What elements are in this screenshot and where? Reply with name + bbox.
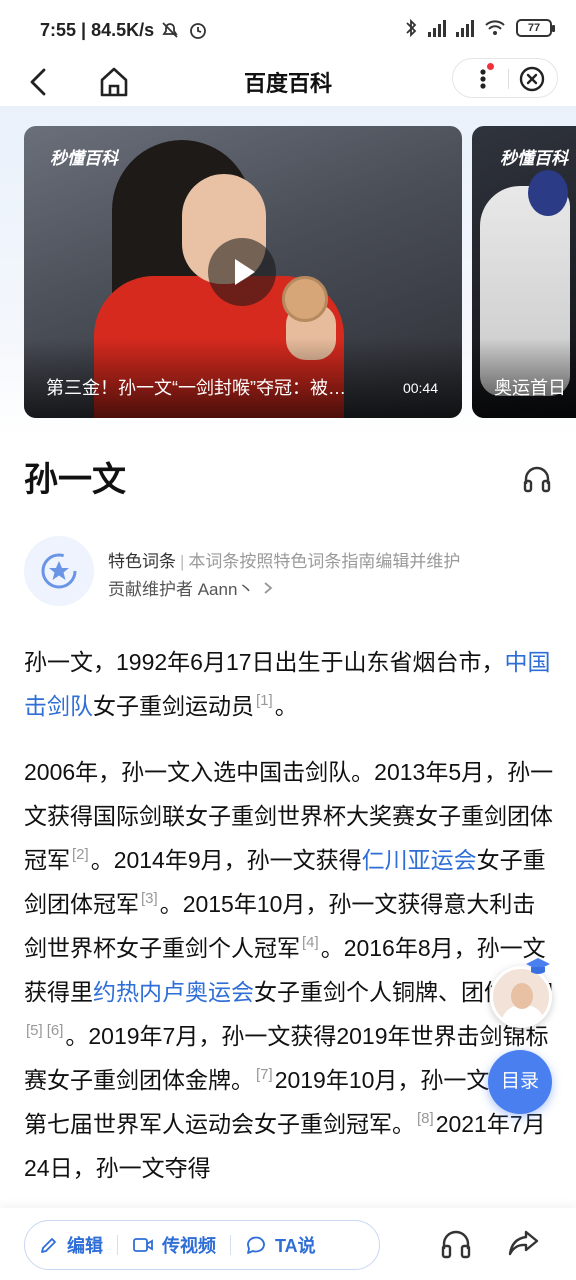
graduation-cap-icon [526,958,550,974]
status-bar: 7:55 | 84.5K/s 77 [0,0,576,58]
close-icon[interactable] [519,66,545,92]
video-caption: 奥运首日 [494,378,566,398]
feature-badge [24,536,94,606]
feature-desc: 本词条按照特色词条指南编辑并维护 [188,552,461,571]
action-pill: 编辑 传视频 TA说 [24,1220,380,1270]
citation[interactable]: [3] [141,890,158,907]
video-icon [133,1238,153,1252]
alarm-icon [190,23,206,39]
contributor-link[interactable]: 贡献维护者 Aann丶 [108,575,274,600]
nav-bar: 百度百科 [0,58,576,106]
edit-button[interactable]: 编辑 [25,1232,117,1258]
status-icons: 77 [404,18,555,38]
video-carousel[interactable]: 秒懂百科 第三金！孙一文“一剑封喉”夺冠：被… 00:44 秒懂百科 奥运首日 [0,106,576,436]
citation[interactable]: [7] [256,1066,273,1083]
chat-icon [247,1236,265,1254]
citation[interactable]: [1] [256,692,273,709]
citation[interactable]: [4] [302,934,319,951]
citation[interactable]: [6] [47,1022,64,1039]
article-paragraph: 2006年，孙一文入选中国击剑队。2013年5月，孙一文获得国际剑联女子重剑世界… [24,759,554,1181]
link-incheon-asian-games[interactable]: 仁川亚运会 [362,847,477,873]
feature-line: 特色词条 | 本词条按照特色词条指南编辑并维护 [108,552,461,571]
bottom-bar: 编辑 传视频 TA说 [0,1208,576,1280]
citation[interactable]: [8] [417,1110,434,1127]
headphones-icon[interactable] [522,464,552,494]
wifi-icon [485,20,505,35]
article-paragraph: 孙一文，1992年6月17日出生于山东省烟台市，中国击剑队女子重剑运动员 [1]。 [24,649,551,719]
video-card[interactable]: 秒懂百科 第三金！孙一文“一剑封喉”夺冠：被… 00:44 [24,126,462,418]
nav-capsule [452,58,558,98]
link-rio-olympics[interactable]: 约热内卢奥运会 [93,979,254,1005]
star-badge-icon [41,553,77,589]
video-caption: 第三金！孙一文“一剑封喉”夺冠：被… [46,378,346,398]
battery-icon: 77 [516,19,555,37]
citation[interactable]: [2] [72,846,89,863]
video-card[interactable]: 秒懂百科 奥运首日 [472,126,576,418]
citation[interactable]: [5] [26,1022,43,1039]
bluetooth-icon [406,18,417,38]
ta-say-button[interactable]: TA说 [231,1232,330,1258]
video-watermark: 秒懂百科 [500,149,568,168]
chevron-right-icon [264,582,273,594]
status-time: 7:55 | 84.5K/s [40,20,155,40]
toc-button[interactable]: 目录 [488,1050,552,1114]
headphones-icon[interactable] [440,1228,472,1260]
silent-alarm-icon [162,22,178,38]
article-body: 孙一文，1992年6月17日出生于山东省烟台市，中国击剑队女子重剑运动员 [1]。… [24,640,556,1212]
feature-tag: 特色词条 [108,552,176,571]
share-icon[interactable] [506,1226,540,1260]
play-icon[interactable] [208,238,276,306]
signal-icon [456,19,474,37]
entry-title: 孙一文 [24,461,126,499]
medal-image [282,276,328,322]
edit-icon [41,1238,56,1253]
notification-dot [487,63,494,70]
video-watermark: 秒懂百科 [50,149,118,168]
signal-icon [428,19,446,37]
upload-video-button[interactable]: 传视频 [118,1232,230,1258]
capsule-divider [508,69,509,89]
video-duration: 00:44 [402,380,438,396]
